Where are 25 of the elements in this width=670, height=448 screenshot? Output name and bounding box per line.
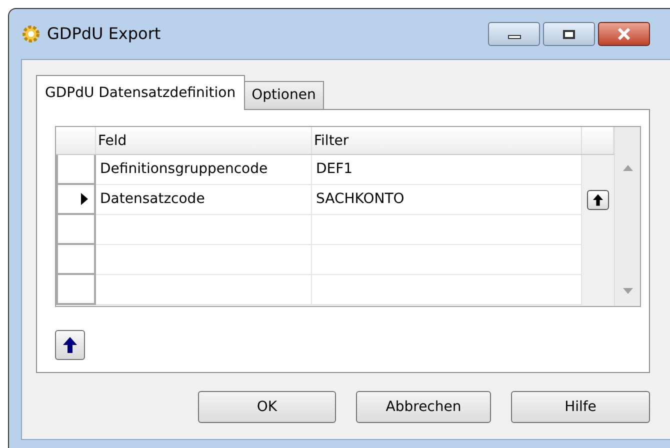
row-move-up-button[interactable] (587, 190, 609, 210)
table-cell: Definitionsgruppencode (96, 155, 312, 185)
row-header[interactable] (56, 185, 96, 215)
scroll-up-icon (622, 165, 632, 171)
window-title: GDPdU Export (47, 23, 161, 45)
minimize-button[interactable] (488, 22, 540, 46)
close-icon (617, 28, 631, 40)
row-pointer-icon (81, 193, 88, 205)
column-header: Filter (312, 127, 582, 154)
scroll-down-icon (622, 288, 632, 294)
dialog-button[interactable]: Abbrechen (356, 391, 491, 423)
maximize-button[interactable] (543, 22, 595, 46)
arrow-up-icon (63, 337, 77, 353)
close-button[interactable] (598, 22, 650, 46)
dialog-button[interactable]: Hilfe (511, 391, 650, 423)
arrow-up-icon (593, 194, 603, 206)
tab[interactable]: GDPdU Datensatzdefinition (36, 75, 245, 110)
column-header: Feld (96, 127, 312, 154)
table-cell: SACHKONTO (312, 185, 582, 215)
table-cell: DEF1 (312, 155, 582, 185)
table-cell: Datensatzcode (96, 185, 312, 215)
tab[interactable]: Optionen (244, 81, 324, 110)
move-up-button[interactable] (55, 330, 85, 360)
dialog-button[interactable]: OK (198, 391, 336, 423)
gear-icon (21, 24, 41, 44)
